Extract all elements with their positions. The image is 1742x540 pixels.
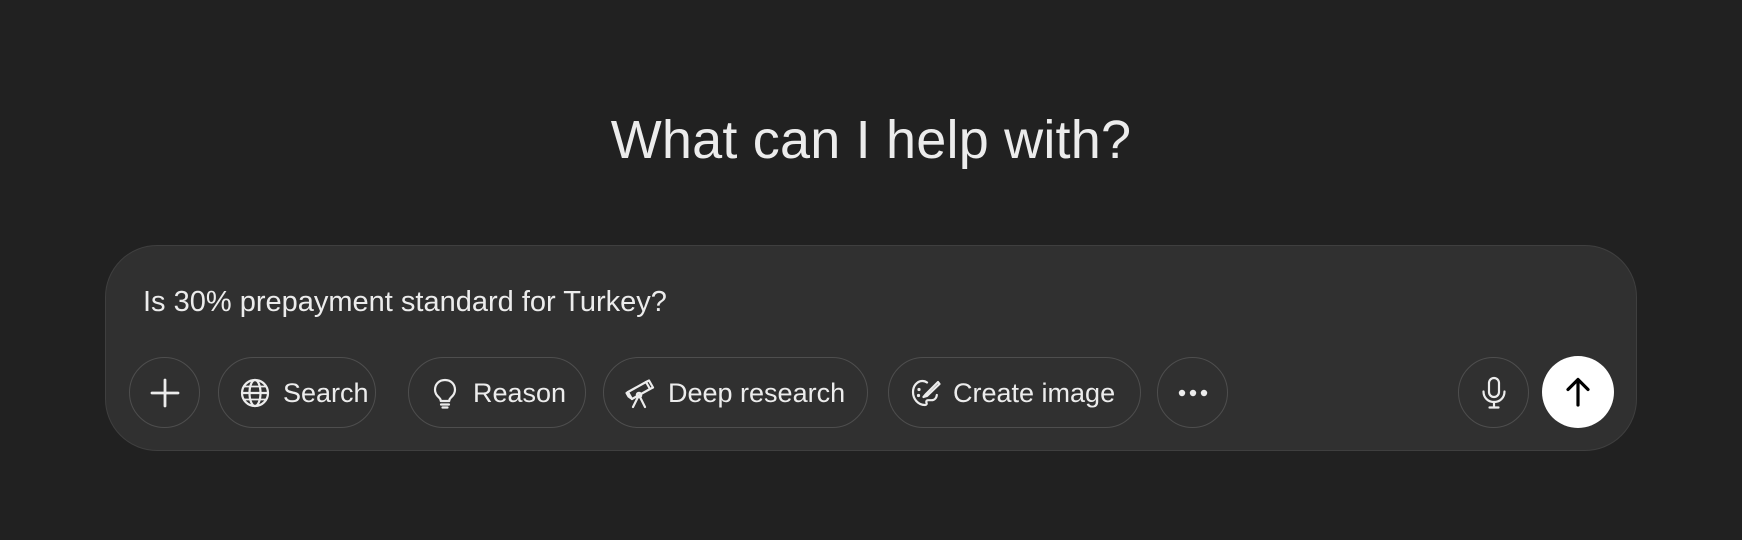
- palette-icon: [908, 376, 942, 410]
- ellipsis-icon: [1177, 388, 1209, 398]
- chat-home: What can I help with? Is 30% prepayment …: [0, 0, 1742, 540]
- deep-research-button-label: Deep research: [668, 377, 846, 408]
- voice-input-button[interactable]: [1458, 357, 1529, 428]
- composer: Is 30% prepayment standard for Turkey? S…: [105, 245, 1637, 451]
- arrow-up-icon: [1563, 376, 1593, 408]
- reason-button-label: Reason: [473, 377, 567, 408]
- reason-button[interactable]: Reason: [408, 357, 586, 428]
- prompt-input[interactable]: Is 30% prepayment standard for Turkey?: [143, 282, 1543, 322]
- create-image-button-label: Create image: [953, 377, 1116, 408]
- more-tools-button[interactable]: [1157, 357, 1228, 428]
- deep-research-button[interactable]: Deep research: [603, 357, 868, 428]
- microphone-icon: [1479, 376, 1509, 410]
- search-button-label: Search: [283, 377, 369, 408]
- page-title: What can I help with?: [610, 110, 1132, 170]
- search-button[interactable]: Search: [218, 357, 376, 428]
- globe-icon: [238, 376, 272, 410]
- send-button[interactable]: [1542, 356, 1614, 428]
- plus-icon: [149, 377, 181, 409]
- lightbulb-icon: [428, 376, 462, 410]
- telescope-icon: [623, 376, 657, 410]
- create-image-button[interactable]: Create image: [888, 357, 1141, 428]
- attach-button[interactable]: [129, 357, 200, 428]
